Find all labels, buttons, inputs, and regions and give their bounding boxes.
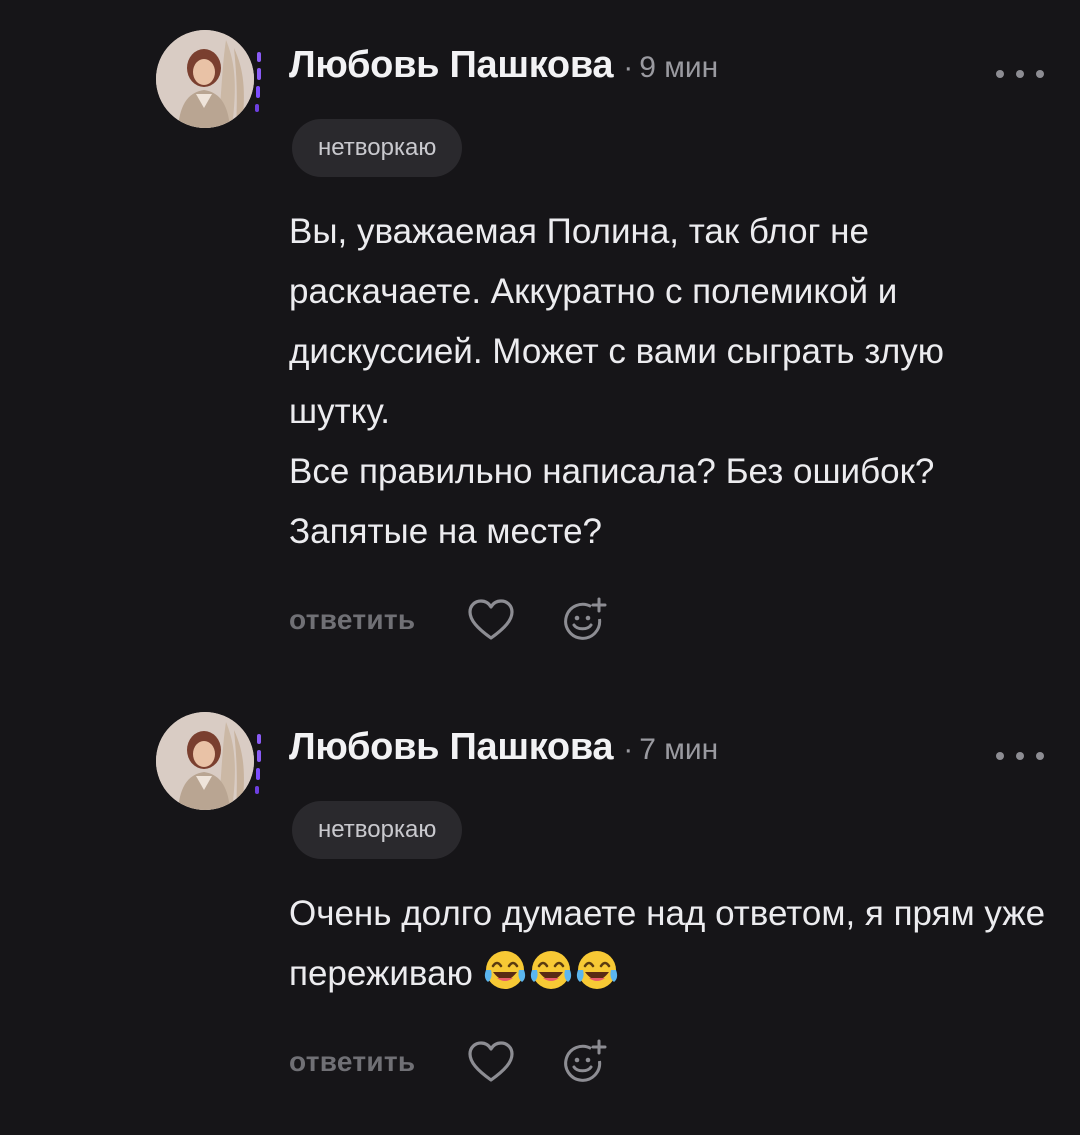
- comment-paragraph: Вы, уважаемая Полина, так блог не раскач…: [289, 212, 945, 431]
- status-badge: нетворкаю: [292, 119, 463, 177]
- comment-text: Очень долго думаете над ответом, я прям …: [289, 884, 1049, 1004]
- comment-header: Любовь Пашкова · 7 мин: [289, 726, 718, 776]
- face-with-tears-of-joy-icon: [484, 951, 525, 989]
- more-horizontal-icon[interactable]: [996, 64, 1044, 84]
- heart-outline-icon[interactable]: [467, 598, 515, 642]
- author-name[interactable]: Любовь Пашкова: [289, 726, 614, 769]
- timestamp: 7 мин: [639, 733, 719, 766]
- story-ring-icon: [255, 52, 261, 112]
- add-reaction-icon[interactable]: [561, 597, 607, 643]
- comment-paragraph: Все правильно написала? Без ошибок? Запя…: [289, 452, 935, 551]
- add-reaction-icon[interactable]: [561, 1039, 607, 1085]
- avatar-photo: [156, 30, 254, 128]
- reply-button[interactable]: ответить: [289, 1046, 415, 1078]
- comment-header: Любовь Пашкова · 9 мин: [289, 44, 718, 94]
- separator-dot: ·: [623, 51, 634, 84]
- author-name[interactable]: Любовь Пашкова: [289, 44, 614, 87]
- avatar-photo: [156, 712, 254, 810]
- comment-actions: ответить: [289, 595, 607, 645]
- face-with-tears-of-joy-icon: [576, 951, 617, 989]
- heart-outline-icon[interactable]: [467, 1040, 515, 1084]
- more-horizontal-icon[interactable]: [996, 746, 1044, 766]
- comment-text: Вы, уважаемая Полина, так блог не раскач…: [289, 202, 1049, 562]
- comment-actions: ответить: [289, 1037, 607, 1087]
- timestamp: 9 мин: [639, 51, 719, 84]
- comment-paragraph-text: Очень долго думаете над ответом, я прям …: [289, 894, 1046, 993]
- separator-dot: ·: [623, 733, 634, 766]
- status-badge: нетворкаю: [292, 801, 463, 859]
- story-ring-icon: [255, 734, 261, 794]
- reply-button[interactable]: ответить: [289, 604, 415, 636]
- face-with-tears-of-joy-icon: [530, 951, 571, 989]
- comment-paragraph: Очень долго думаете над ответом, я прям …: [289, 884, 1049, 1004]
